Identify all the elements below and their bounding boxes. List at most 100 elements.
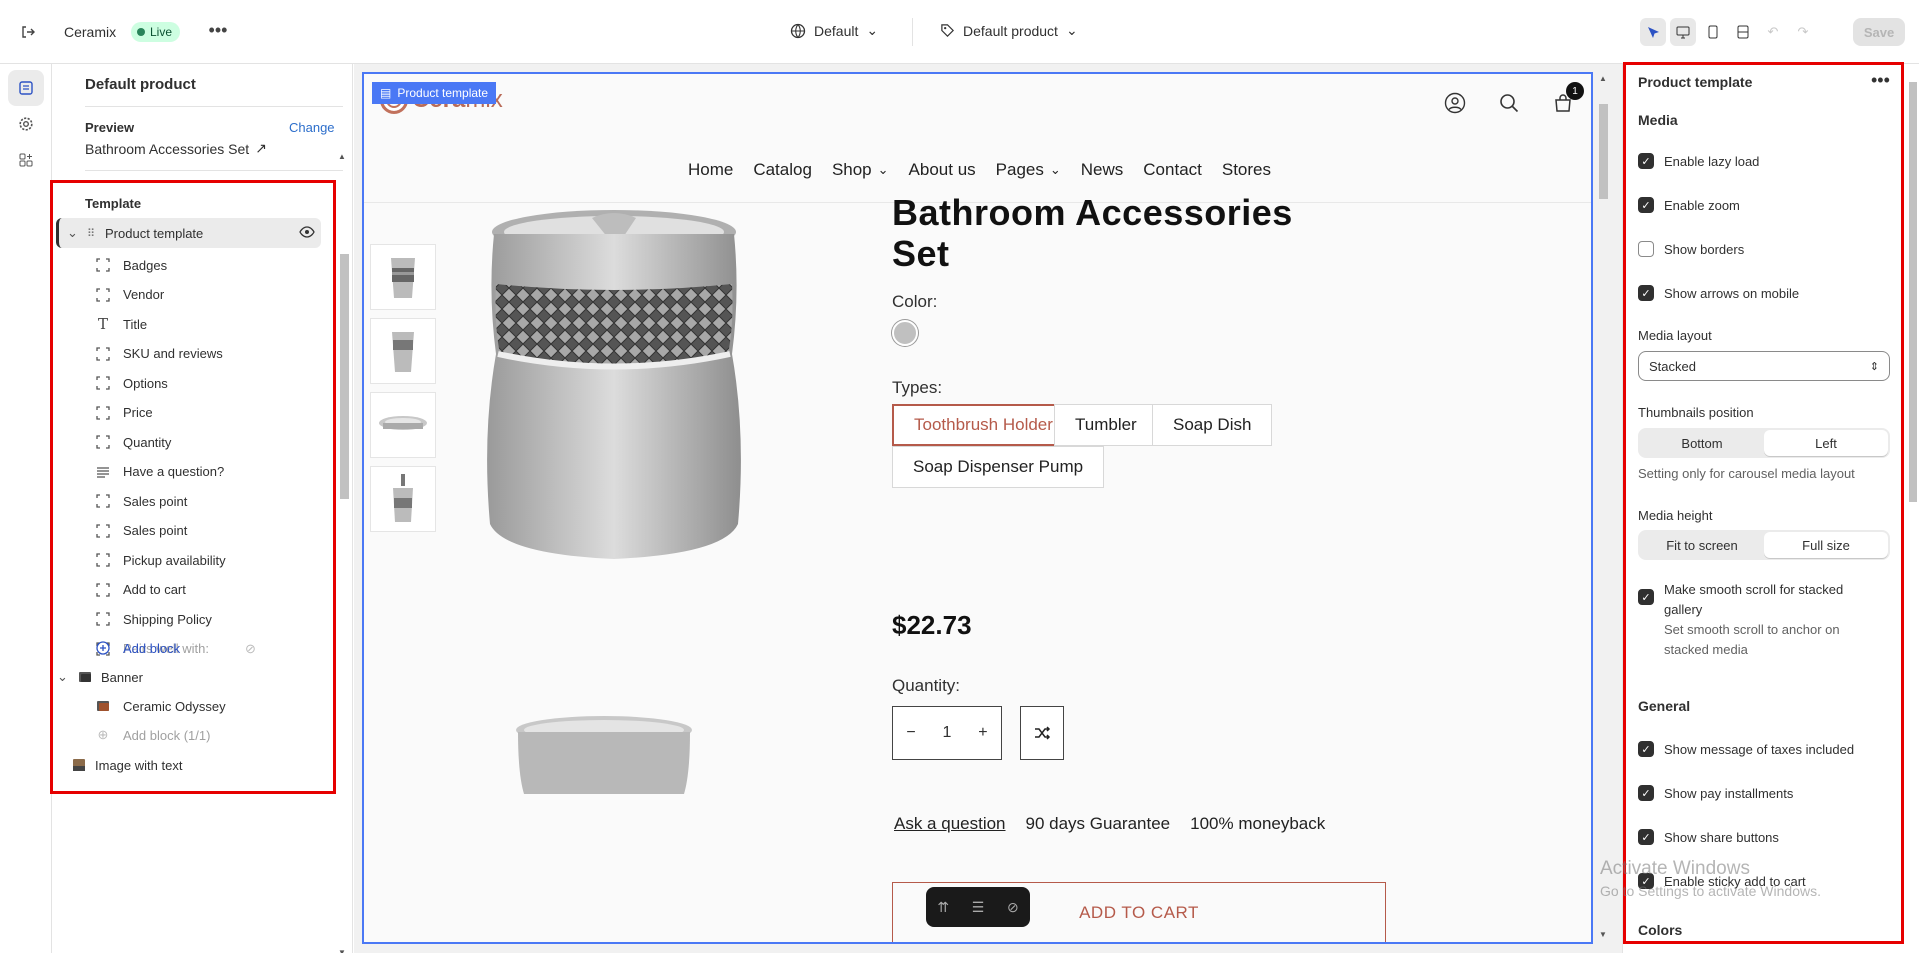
checkbox-unchecked-icon[interactable]: [1638, 241, 1654, 257]
desktop-icon[interactable]: [1670, 18, 1696, 46]
section-product-template[interactable]: ⌄ ⠿ Product template: [56, 218, 321, 248]
checkbox-checked-icon[interactable]: ✓: [1638, 589, 1654, 605]
account-icon[interactable]: [1444, 92, 1466, 114]
block-item[interactable]: Pickup availability: [95, 545, 226, 575]
variant-option-selected[interactable]: Toothbrush Holder: [892, 404, 1075, 446]
block-ceramic-odyssey[interactable]: Ceramic Odyssey: [95, 691, 226, 721]
section-banner[interactable]: ⌄ Banner: [57, 662, 143, 692]
checkbox-checked-icon[interactable]: ✓: [1638, 829, 1654, 845]
block-item[interactable]: Sales point: [95, 516, 187, 546]
scroll-up-icon[interactable]: ▲: [1599, 74, 1607, 83]
preview-product-link[interactable]: Bathroom Accessories Set ↗: [85, 140, 267, 157]
block-item[interactable]: T Title: [95, 309, 147, 339]
plus-icon[interactable]: +: [978, 724, 987, 742]
thumbnail-image[interactable]: [370, 244, 436, 310]
media-layout-select[interactable]: Stacked ⇕: [1638, 351, 1890, 381]
checkbox-checked-icon[interactable]: ✓: [1638, 741, 1654, 757]
gear-icon[interactable]: [8, 106, 44, 142]
checkbox-checked-icon[interactable]: ✓: [1638, 197, 1654, 213]
move-down-icon[interactable]: ☰: [972, 899, 985, 916]
sections-icon[interactable]: [8, 70, 44, 106]
checkbox-share[interactable]: ✓ Show share buttons: [1638, 828, 1869, 848]
panel-scrollbar[interactable]: [1907, 68, 1918, 948]
block-item[interactable]: SKU and reviews: [95, 339, 223, 369]
option-full-size[interactable]: Full size: [1764, 532, 1888, 558]
block-item[interactable]: Sales point: [95, 486, 187, 516]
variant-option[interactable]: Soap Dispenser Pump: [892, 446, 1105, 488]
theme-selector[interactable]: Default ⌄: [790, 22, 878, 39]
mobile-icon[interactable]: [1700, 18, 1726, 46]
checkbox-arrows[interactable]: ✓ Show arrows on mobile: [1638, 284, 1869, 304]
chevron-down-icon[interactable]: ⌄: [57, 669, 71, 685]
compare-button[interactable]: [1020, 706, 1064, 760]
product-image[interactable]: [474, 204, 754, 584]
block-item[interactable]: Have a question?: [95, 457, 224, 487]
variant-option[interactable]: Soap Dish: [1152, 404, 1273, 446]
scroll-down-icon[interactable]: ▼: [338, 948, 346, 953]
scroll-up-icon[interactable]: ▲: [338, 152, 346, 161]
block-item[interactable]: Badges: [95, 250, 167, 280]
option-fit-to-screen[interactable]: Fit to screen: [1640, 532, 1764, 558]
move-up-icon[interactable]: ⇈: [937, 899, 949, 916]
checkbox-taxes[interactable]: ✓ Show message of taxes included: [1638, 740, 1869, 760]
block-item[interactable]: Price: [95, 398, 153, 428]
nav-stores[interactable]: Stores: [1222, 160, 1271, 180]
nav-news[interactable]: News: [1081, 160, 1124, 180]
apps-icon[interactable]: [8, 142, 44, 178]
block-item[interactable]: Add to cart: [95, 575, 186, 605]
checkbox-checked-icon[interactable]: ✓: [1638, 785, 1654, 801]
checkbox-zoom[interactable]: ✓ Enable zoom: [1638, 196, 1869, 216]
checkbox-installments[interactable]: ✓ Show pay installments: [1638, 784, 1869, 804]
block-item[interactable]: Shipping Policy: [95, 604, 212, 634]
storefront-preview[interactable]: ▤Product template Ceramix 1 Home Catalog…: [362, 72, 1593, 944]
sidebar-scrollbar[interactable]: ▲ ▼: [338, 152, 350, 953]
thumbnail-image[interactable]: [370, 466, 436, 532]
change-link[interactable]: Change: [289, 120, 335, 135]
checkbox-checked-icon[interactable]: ✓: [1638, 285, 1654, 301]
block-item[interactable]: Vendor: [95, 280, 164, 310]
scroll-down-icon[interactable]: ▼: [1599, 930, 1607, 939]
option-bottom[interactable]: Bottom: [1640, 430, 1764, 456]
chevron-down-icon[interactable]: ⌄: [67, 225, 81, 241]
thumbnail-image[interactable]: [370, 318, 436, 384]
more-icon[interactable]: •••: [206, 20, 230, 44]
thumbnail-image[interactable]: [370, 392, 436, 458]
block-item[interactable]: Options: [95, 368, 168, 398]
checkbox-lazy-load[interactable]: ✓ Enable lazy load: [1638, 152, 1869, 172]
full-width-icon[interactable]: [1730, 18, 1756, 46]
template-selector[interactable]: Default product ⌄: [940, 22, 1078, 39]
nav-shop[interactable]: Shop ⌄: [832, 160, 889, 180]
checkbox-smooth-scroll[interactable]: ✓ Make smooth scroll for stacked gallery S…: [1638, 580, 1869, 660]
nav-home[interactable]: Home: [688, 160, 733, 180]
hide-icon[interactable]: ⊘: [1007, 899, 1019, 916]
scrollbar-thumb[interactable]: [1599, 104, 1608, 199]
redo-icon[interactable]: ↷: [1790, 18, 1816, 46]
section-image-with-text[interactable]: Image with text: [71, 750, 182, 780]
exit-icon[interactable]: [16, 20, 40, 44]
checkbox-borders[interactable]: Show borders: [1638, 240, 1869, 260]
ask-question-link[interactable]: Ask a question: [894, 814, 1006, 834]
inspector-icon[interactable]: [1640, 18, 1666, 46]
cart-icon[interactable]: 1: [1552, 82, 1584, 114]
option-left[interactable]: Left: [1764, 430, 1888, 456]
nav-pages[interactable]: Pages ⌄: [996, 160, 1061, 180]
scrollbar-thumb[interactable]: [1909, 82, 1917, 502]
search-icon[interactable]: [1498, 92, 1520, 114]
product-image-secondary[interactable]: [514, 714, 694, 794]
minus-icon[interactable]: −: [906, 724, 915, 742]
color-swatch[interactable]: [892, 320, 918, 346]
block-item[interactable]: Quantity: [95, 427, 171, 457]
save-button[interactable]: Save: [1853, 18, 1905, 46]
drag-handle-icon[interactable]: ⠿: [87, 227, 103, 240]
eye-icon[interactable]: [299, 224, 315, 243]
variant-option[interactable]: Tumbler: [1054, 404, 1158, 446]
scrollbar-thumb[interactable]: [340, 254, 349, 499]
more-icon[interactable]: •••: [1871, 70, 1890, 91]
add-block-button[interactable]: Add block: [95, 633, 180, 663]
checkbox-checked-icon[interactable]: ✓: [1638, 153, 1654, 169]
nav-catalog[interactable]: Catalog: [753, 160, 812, 180]
canvas-scrollbar[interactable]: ▲ ▼: [1596, 74, 1610, 942]
undo-icon[interactable]: ↶: [1760, 18, 1786, 46]
quantity-value[interactable]: 1: [943, 724, 952, 742]
nav-contact[interactable]: Contact: [1143, 160, 1202, 180]
